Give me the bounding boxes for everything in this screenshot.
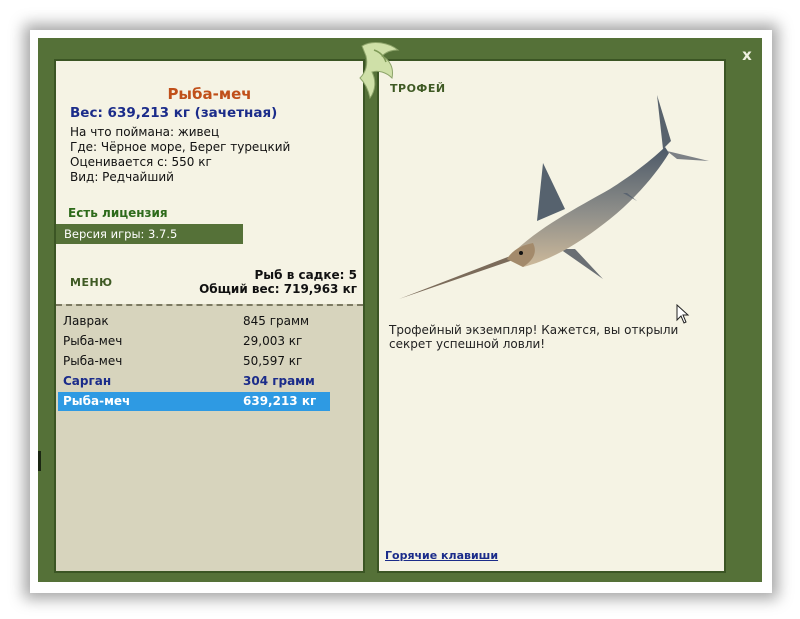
license-status: Есть лицензия [68, 206, 168, 220]
menu-button[interactable]: МЕНЮ [70, 276, 113, 289]
catch-name: Рыба-меч [63, 334, 123, 348]
cage-count: Рыб в садке: 5 [254, 268, 358, 282]
catch-row[interactable]: Рыба-меч 50,597 кг [58, 352, 330, 371]
catch-name: Рыба-меч [63, 394, 131, 408]
swordfish-image [399, 95, 709, 299]
cage-total-weight: Общий вес: 719,963 кг [199, 282, 357, 296]
catch-row[interactable]: Лаврак 845 грамм [58, 312, 330, 331]
fish-info-panel: Рыба-меч Вес: 639,213 кг (зачетная) На ч… [54, 59, 365, 573]
catch-name: Лаврак [63, 314, 109, 328]
edge-mark [38, 451, 41, 471]
cage-summary: Рыб в садке: 5 Общий вес: 719,963 кг [199, 268, 357, 296]
fish-name: Рыба-меч [167, 85, 252, 103]
close-button[interactable]: x [738, 46, 756, 64]
catch-weight: 639,213 кг [243, 394, 317, 408]
info-bait: На что поймана: живец [70, 125, 220, 139]
catch-weight: 304 грамм [243, 374, 315, 388]
catch-row[interactable]: Сарган 304 грамм [58, 372, 330, 391]
catch-list: Лаврак 845 грамм Рыба-меч 29,003 кг Рыба… [56, 304, 363, 571]
catch-row[interactable]: Рыба-меч 29,003 кг [58, 332, 330, 351]
info-location: Где: Чёрное море, Берег турецкий [70, 140, 291, 154]
trophy-message: Трофейный экземпляр! Кажется, вы открыли… [389, 323, 679, 351]
fish-emblem-icon [359, 42, 400, 100]
catch-weight: 50,597 кг [243, 354, 303, 368]
info-rated-from: Оценивается с: 550 кг [70, 155, 212, 169]
catch-row-selected[interactable]: Рыба-меч 639,213 кг [58, 392, 330, 411]
mouse-cursor-icon [676, 304, 690, 324]
info-species-rarity: Вид: Редчайший [70, 170, 174, 184]
catch-weight: 845 грамм [243, 314, 310, 328]
catch-weight: 29,003 кг [243, 334, 303, 348]
catch-name: Рыба-меч [63, 354, 123, 368]
catch-name: Сарган [63, 374, 112, 388]
close-icon[interactable]: x [742, 46, 752, 64]
game-version: Версия игры: 3.7.5 [56, 224, 243, 244]
hotkeys-link[interactable]: Горячие клавиши [385, 549, 498, 562]
trophy-panel: ТРОФЕЙ Трофейный экземпляр! Кажется, вы … [377, 59, 726, 573]
fish-weight: Вес: 639,213 кг (зачетная) [70, 105, 278, 121]
